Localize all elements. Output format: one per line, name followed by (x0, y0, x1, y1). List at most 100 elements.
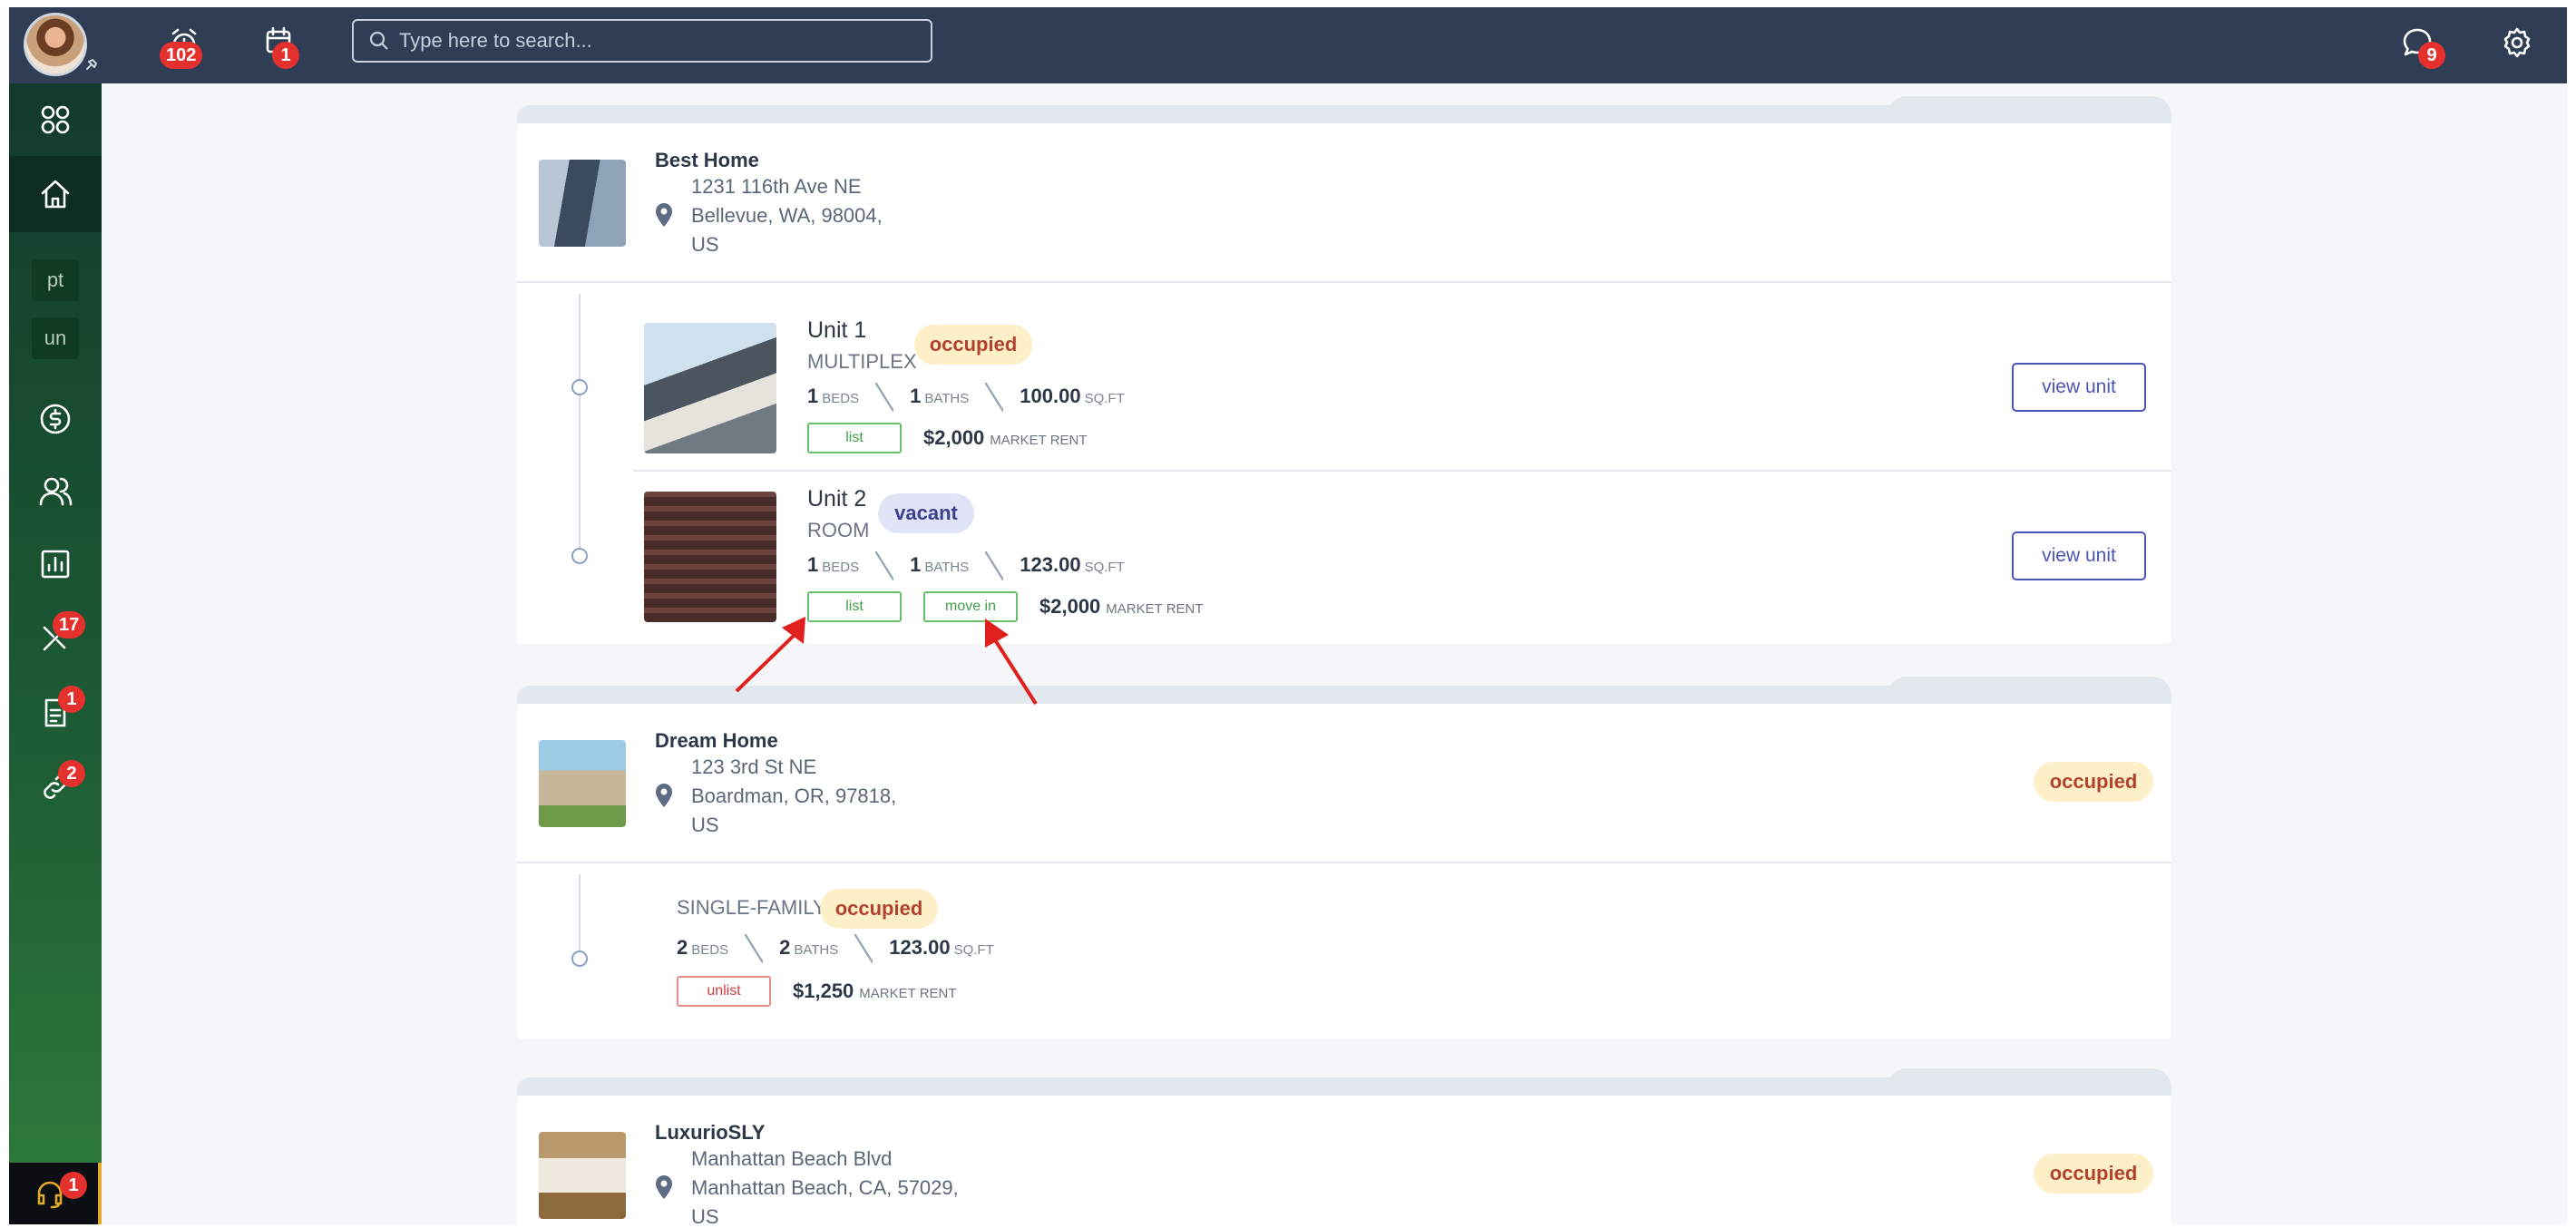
property-address: Manhattan Beach Blvd Manhattan Beach, CA… (691, 1145, 959, 1224)
location-pin-icon (653, 201, 675, 229)
location-pin-icon (653, 782, 675, 809)
rent-label: MARKET RENT (1106, 601, 1204, 617)
sqft-value: 123.00 (1020, 552, 1081, 576)
unit-name: Unit 2 (807, 486, 867, 512)
search-icon (369, 31, 388, 50)
unit-thumbnail (644, 492, 776, 622)
market-rent: $1,250 MARKET RENT (793, 979, 957, 1003)
baths-value: 1 (910, 384, 922, 407)
sidebar-item-home[interactable] (9, 156, 102, 232)
sqft-value: 100.00 (1020, 384, 1081, 407)
beds-value: 2 (677, 935, 688, 959)
beds-label: BEDS (822, 559, 860, 575)
unit-type: SINGLE-FAMILY (677, 896, 826, 919)
beds-value: 1 (807, 384, 819, 407)
property-header[interactable]: Dream Home 123 3rd St NE Boardman, OR, 9… (517, 704, 2171, 863)
list-button[interactable]: list (807, 423, 902, 453)
beds-value: 1 (807, 552, 819, 576)
baths-label: BATHS (924, 559, 970, 575)
move-in-button[interactable]: move in (923, 591, 1018, 622)
rent-value: $1,250 (793, 979, 854, 1002)
support-badge: 1 (60, 1172, 87, 1199)
address-line1: 123 3rd St NE (691, 755, 817, 778)
property-name: Dream Home (655, 729, 778, 752)
unit-stats: 2 BEDS 2 BATHS 123.00 SQ.FT (677, 934, 994, 963)
sidebar-item-un[interactable]: un (32, 317, 79, 359)
sqft-label: SQ.FT (953, 941, 994, 958)
address-line2: Manhattan Beach, CA, 57029, (691, 1176, 959, 1199)
sidebar-item-payments[interactable] (9, 383, 102, 455)
address-line1: Manhattan Beach Blvd (691, 1147, 893, 1170)
unit-type: MULTIPLEX (807, 350, 917, 373)
address-line3: US (691, 814, 719, 836)
beds-label: BEDS (822, 390, 860, 406)
card-tab (1887, 96, 2171, 123)
avatar[interactable] (24, 13, 87, 76)
unit-node-dot (571, 950, 588, 967)
sidebar-item-documents[interactable]: 1 (9, 677, 102, 749)
alarm-badge: 102 (160, 42, 203, 69)
settings-gear-icon[interactable] (2494, 20, 2540, 65)
status-badge: occupied (914, 325, 1032, 365)
view-unit-button[interactable]: view unit (2012, 531, 2146, 580)
baths-label: BATHS (794, 941, 839, 958)
support-button[interactable]: 1 (9, 1163, 102, 1224)
address-line1: 1231 116th Ave NE (691, 175, 862, 198)
top-bar: 102 1 Type here to search... 9 (9, 7, 2567, 83)
users-icon (33, 473, 78, 510)
unit-tree-line (579, 874, 581, 954)
unit-type: ROOM (807, 519, 870, 541)
maintenance-badge: 17 (53, 611, 86, 638)
chat-badge: 9 (2418, 42, 2445, 69)
sidebar-item-dashboard[interactable] (9, 83, 102, 156)
view-unit-button[interactable]: view unit (2012, 363, 2146, 412)
property-card-best-home: Best Home 1231 116th Ave NE Bellevue, WA… (517, 123, 2171, 644)
sidebar-item-integrations[interactable]: 2 (9, 751, 102, 824)
unit-tree-line (579, 294, 581, 548)
search-input[interactable]: Type here to search... (352, 19, 932, 63)
property-header[interactable]: LuxurioSLY Manhattan Beach Blvd Manhatta… (517, 1096, 2171, 1224)
address-line3: US (691, 233, 719, 256)
property-card-luxuriosly: LuxurioSLY Manhattan Beach Blvd Manhatta… (517, 1096, 2171, 1224)
integrations-badge: 2 (58, 760, 85, 787)
status-badge: vacant (878, 493, 974, 533)
sidebar-item-pt[interactable]: pt (32, 259, 79, 301)
sqft-label: SQ.FT (1084, 390, 1125, 406)
unit-stats: 1 BEDS 1 BATHS 100.00 SQ.FT (807, 383, 1125, 412)
sidebar: pt un 17 1 2 (9, 83, 102, 1224)
property-thumbnail (539, 160, 626, 247)
sqft-value: 123.00 (889, 935, 951, 959)
unit-node-dot (571, 548, 588, 564)
rent-value: $2,000 (1039, 595, 1101, 618)
status-badge: occupied (820, 889, 938, 929)
list-button[interactable]: list (807, 591, 902, 622)
property-name: LuxurioSLY (655, 1121, 766, 1144)
property-address: 1231 116th Ave NE Bellevue, WA, 98004, U… (691, 172, 883, 259)
unit-thumbnail (644, 323, 776, 453)
property-header[interactable]: Best Home 1231 116th Ave NE Bellevue, WA… (517, 123, 2171, 283)
pin-icon (83, 58, 98, 73)
sidebar-item-reports[interactable] (9, 528, 102, 600)
sidebar-item-maintenance[interactable]: 17 (9, 602, 102, 675)
documents-badge: 1 (58, 686, 85, 713)
calendar-badge: 1 (272, 42, 299, 69)
chart-icon (33, 546, 78, 582)
baths-value: 2 (779, 935, 791, 959)
unlist-button[interactable]: unlist (677, 976, 771, 1007)
property-card-dream-home: Dream Home 123 3rd St NE Boardman, OR, 9… (517, 704, 2171, 1039)
unit-stats: 1 BEDS 1 BATHS 123.00 SQ.FT (807, 551, 1125, 580)
status-badge: occupied (2034, 1154, 2153, 1194)
sqft-label: SQ.FT (1084, 559, 1125, 575)
unit-divider (633, 470, 2171, 472)
property-thumbnail (539, 1132, 626, 1219)
card-tab (1887, 677, 2171, 704)
property-name: Best Home (655, 149, 759, 171)
app-window: 102 1 Type here to search... 9 pt un 17 … (9, 7, 2567, 1224)
baths-label: BATHS (924, 390, 970, 406)
baths-value: 1 (910, 552, 922, 576)
search-placeholder: Type here to search... (399, 29, 592, 52)
home-icon (33, 176, 78, 212)
address-line2: Bellevue, WA, 98004, (691, 204, 883, 227)
sidebar-item-people[interactable] (9, 455, 102, 528)
address-line3: US (691, 1205, 719, 1224)
